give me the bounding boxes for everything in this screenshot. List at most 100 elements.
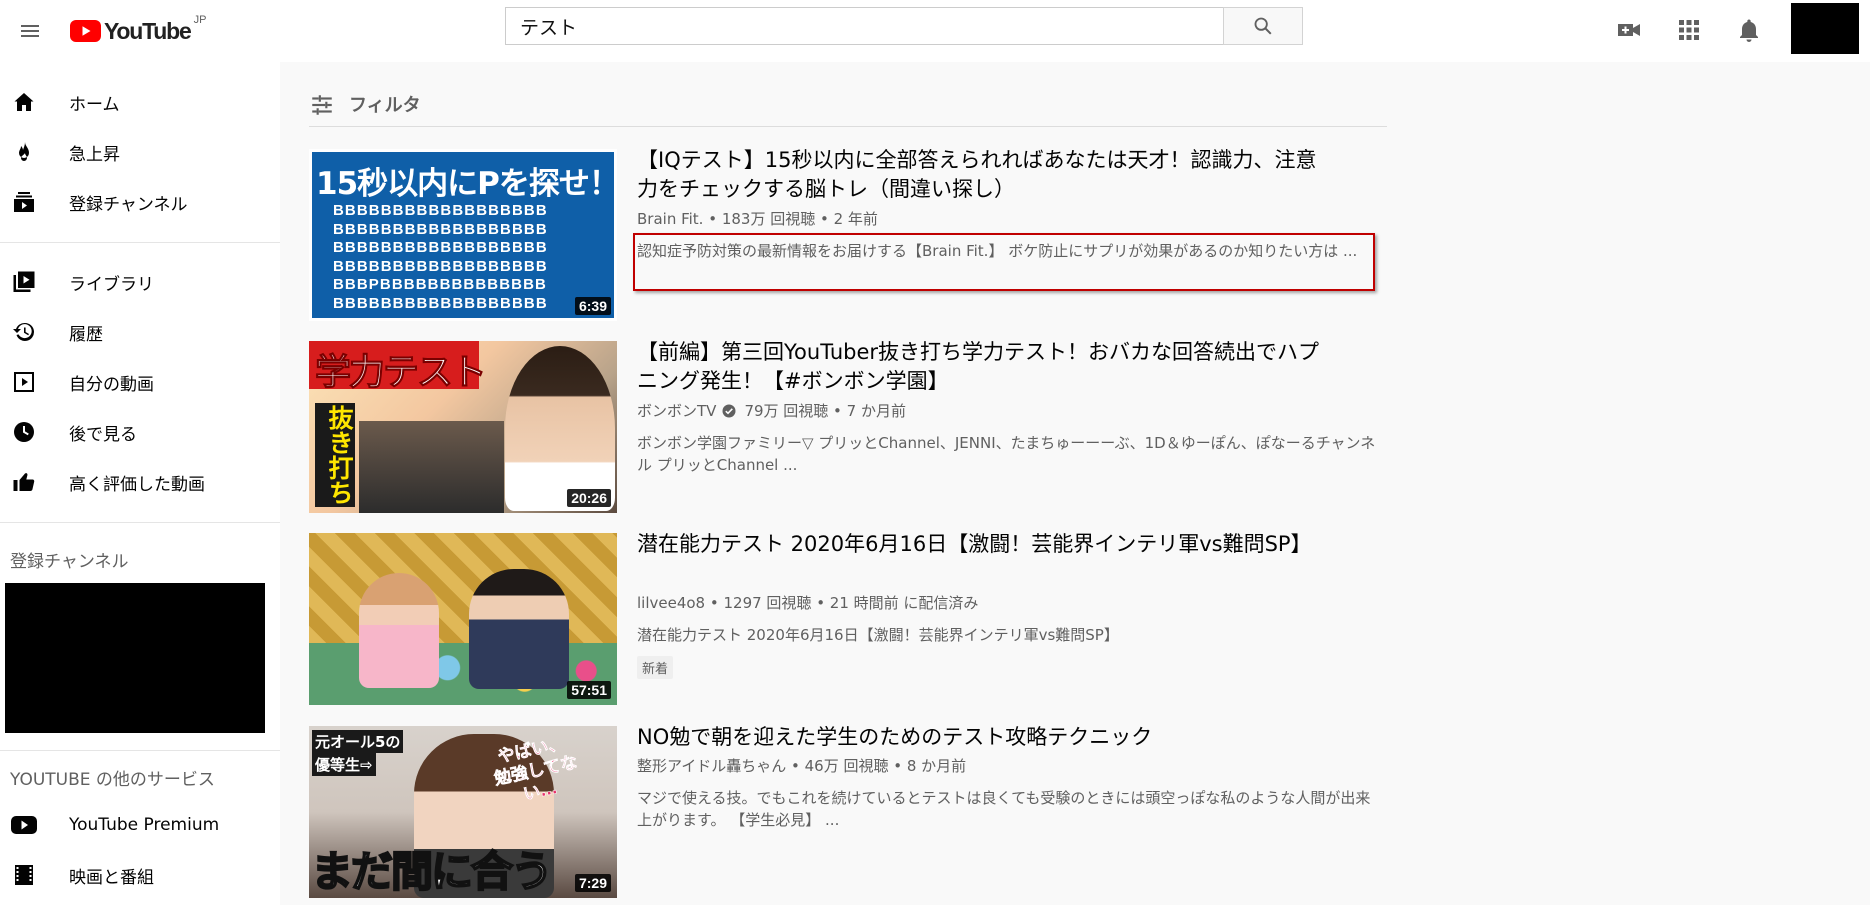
video-description: マジで使える技。でもこれを続けているとテストは良くても受験のときには頭空っぽな私… [637,789,1371,829]
sidebar-divider [0,522,280,523]
video-metadata: ボンボンTV 79万 回視聴 • 7 か月前 [637,400,906,421]
video-result[interactable]: 57:51 潜在能力テスト 2020年6月16日【激闘！芸能界インテリ軍vs難問… [309,530,1389,707]
sidebar-item-label: 自分の動画 [69,374,154,395]
more-services-section-title: YOUTUBE の他のサービス [10,770,215,790]
apps-button[interactable] [1668,9,1710,51]
video-thumbnail[interactable]: 15秒以内にPを探せ！ BBBBBBBBBBBBBBBBBB BBBBBBBBB… [309,149,617,321]
video-thumbnail[interactable]: 元オール5の 優等生⇨ やばい、 勉強してない… まだ間に合う 7:29 [309,726,617,898]
video-stats: 79万 回視聴 • 7 か月前 [744,402,906,420]
video-thumbnail[interactable]: 学力テスト 抜き打ち 20:26 [309,341,617,513]
youtube-play-icon [70,20,101,42]
subscriptions-section-title: 登録チャンネル [10,552,129,572]
thumbnail-artwork: 15秒以内にPを探せ！ BBBBBBBBBBBBBBBBBB BBBBBBBBB… [312,152,614,318]
highlight-annotation [633,233,1375,291]
sidebar-item-label: 急上昇 [69,144,120,165]
thumbnail-grid-row: BBBBBBBBBBBBBBBBBB [333,294,548,312]
video-duration: 6:39 [574,297,611,315]
sidebar-item-trending[interactable]: 急上昇 [0,128,280,176]
guide-menu-button[interactable] [10,11,50,51]
sidebar-item-label: 映画と番組 [69,867,154,888]
thumbnail-subtext: 抜き打ち [315,403,355,507]
sidebar-item-home[interactable]: ホーム [0,78,280,126]
history-icon [10,318,38,346]
sidebar-item-watch-later[interactable]: 後で見る [0,408,280,456]
youtube-logo[interactable]: YouTube JP [70,14,206,48]
logo-region-code: JP [193,14,207,26]
thumbnail-person [505,346,615,511]
sidebar-item-subscriptions[interactable]: 登録チャンネル [0,178,280,226]
video-duration: 57:51 [567,681,611,699]
video-title[interactable]: 潜在能力テスト 2020年6月16日【激闘！芸能界インテリ軍vs難問SP】 [637,530,1337,559]
thumbnail-grid-row: BBBBBBBBBBBBBBBBBB [333,220,548,238]
new-badge: 新着 [637,656,674,679]
thumbnail-text: 学力テスト [314,352,487,394]
video-thumbnail[interactable]: 57:51 [309,533,617,705]
sidebar-item-label: ホーム [69,94,120,115]
fire-icon [10,138,38,166]
video-camera-add-icon [1618,24,1640,36]
search-input[interactable] [505,7,1223,45]
filter-label: フィルタ [349,95,421,116]
library-icon [10,268,38,296]
sidebar-divider [0,242,280,243]
thumbnail-crowd [359,421,504,513]
sidebar-item-label: 履歴 [69,324,103,345]
video-description: 潜在能力テスト 2020年6月16日【激闘！芸能界インテリ軍vs難問SP】 [637,626,1119,644]
thumbnail-letter-grid: BBBBBBBBBBBBBBBBBB BBBBBBBBBBBBBBBBBB BB… [333,202,548,313]
my-videos-icon [10,368,38,396]
sidebar-divider [0,750,280,751]
subscriptions-icon [10,188,38,216]
thumbnail-grid-row: BBBBBBBBBBBBBBBBBB [333,257,548,275]
thumbnail-person [359,573,439,688]
subscribed-channels-list[interactable] [5,583,265,733]
video-title[interactable]: 【前編】第三回YouTuber抜き打ち学力テスト！おバカな回答続出でハプニング発… [637,338,1337,396]
sidebar-item-label: 後で見る [69,424,137,445]
thumbs-up-icon [10,468,38,496]
notifications-button[interactable] [1728,9,1770,51]
sidebar-item-movies[interactable]: 映画と番組 [0,851,280,899]
search-icon [1254,17,1272,35]
search-button[interactable] [1223,7,1303,45]
thumbnail-caption: 元オール5の [312,730,404,753]
sidebar-item-history[interactable]: 履歴 [0,308,280,356]
create-video-button[interactable] [1608,9,1650,51]
bell-icon [1740,19,1758,42]
masthead: YouTube JP [0,0,1870,62]
sidebar-item-youtube-premium[interactable]: YouTube Premium [0,801,280,849]
sidebar-item-my-videos[interactable]: 自分の動画 [0,358,280,406]
watch-later-icon [10,418,38,446]
hamburger-icon [21,25,39,37]
sidebar-item-liked-videos[interactable]: 高く評価した動画 [0,458,280,506]
video-metadata: 整形アイドル轟ちゃん • 46万 回視聴 • 8 か月前 [637,757,967,775]
film-icon [10,861,38,889]
thumbnail-grid-row: BBBBBBBBBBBBBBBBBB [333,239,548,256]
thumbnail-grid-row: BBBBBBBBBBBBBBBBBB [333,202,548,219]
video-result[interactable]: 元オール5の 優等生⇨ やばい、 勉強してない… まだ間に合う 7:29 NO勉… [309,723,1389,900]
sidebar-item-label: ライブラリ [69,274,154,295]
video-result[interactable]: 学力テスト 抜き打ち 20:26 【前編】第三回YouTuber抜き打ち学力テス… [309,338,1389,515]
sidebar-item-label: 登録チャンネル [69,194,188,215]
avatar[interactable] [1791,3,1859,54]
guide-sidebar: ホーム 急上昇 登録チャンネル ライブラリ 履歴 自分の動画 後で見る 高く評価… [0,62,280,905]
video-description: ボンボン学園ファミリー▽ プリッとChannel、JENNI、たまちゅーーーぶ、… [637,434,1376,474]
video-metadata: Brain Fit. • 183万 回視聴 • 2 年前 [637,210,878,228]
video-metadata: lilvee4o8 • 1297 回視聴 • 21 時間前 に配信済み [637,594,979,612]
sidebar-item-label: 高く評価した動画 [69,474,205,495]
video-title[interactable]: 【IQテスト】15秒以内に全部答えられればあなたは天才！認識力、注意力をチェック… [637,146,1337,204]
home-icon [10,88,38,116]
logo-text: YouTube [104,17,192,44]
video-duration: 7:29 [574,874,611,892]
sidebar-item-label: YouTube Premium [69,815,220,835]
channel-name[interactable]: ボンボンTV [637,400,716,421]
apps-grid-icon [1679,20,1699,40]
verified-badge-icon [722,404,736,417]
youtube-icon [10,811,38,839]
tune-icon [312,95,332,115]
video-title[interactable]: NO勉で朝を迎えた学生のためのテスト攻略テクニック [637,723,1337,752]
sidebar-item-library[interactable]: ライブラリ [0,258,280,306]
thumbnail-person [469,569,569,689]
filter-button[interactable]: フィルタ [309,84,1387,127]
thumbnail-text: まだ間に合う [310,846,554,897]
thumbnail-grid-row: BBBPBBBBBBBBBBBBBB [333,276,547,293]
thumbnail-caption: 優等生⇨ [312,753,376,776]
